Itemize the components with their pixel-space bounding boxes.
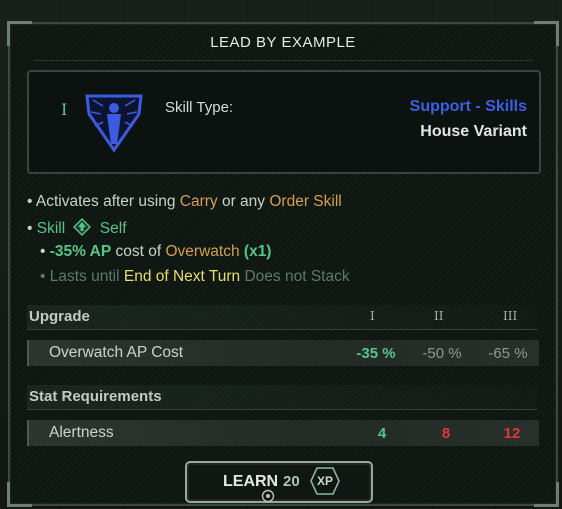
upgrade-header: Upgrade I II III: [27, 305, 537, 330]
learn-cost: 20: [283, 473, 300, 490]
keyword-end-of-next-turn: End of Next Turn: [123, 268, 241, 285]
upgrade-value-tier-2: -50 %: [422, 345, 462, 362]
skill-variant: House Variant: [420, 123, 527, 140]
keyword-carry: Carry: [179, 193, 218, 210]
tier-label-2: II: [434, 309, 444, 323]
upgrade-row-label: Overwatch AP Cost: [49, 344, 184, 361]
stat-requirements-header: Stat Requirements: [27, 385, 537, 410]
description-line-effect: • -35% AP cost of Overwatch (x1): [40, 243, 272, 260]
skill-category: Support - Skills: [409, 98, 527, 115]
upgrade-title: Upgrade: [29, 308, 90, 325]
skill-title: LEAD BY EXAMPLE: [210, 34, 356, 51]
xp-label: XP: [316, 474, 333, 488]
skill-header: I Skill Type: Support - Skills House Var…: [27, 70, 541, 174]
tier-label-1: I: [370, 309, 375, 323]
dial-icon: [261, 489, 275, 503]
description-line-activation: • Activates after using Carry or any Ord…: [27, 193, 342, 210]
description-line-duration: • Lasts until End of Next Turn Does not …: [40, 268, 350, 285]
upgrade-value-tier-3: -65 %: [488, 345, 528, 362]
upgrade-value-tier-1: -35 %: [356, 345, 396, 362]
keyword-order-skill: Order Skill: [269, 193, 342, 210]
keyword-skill: Skill: [36, 220, 66, 237]
skill-type-label: Skill Type:: [165, 99, 234, 116]
divider: [34, 60, 532, 61]
keyword-self: Self: [99, 220, 127, 237]
keyword-overwatch: Overwatch: [165, 243, 240, 260]
self-target-icon: [73, 218, 92, 236]
skill-tooltip-panel: LEAD BY EXAMPLE I Skill Type: Support - …: [7, 21, 559, 507]
requirement-value-tier-1: 4: [377, 425, 387, 442]
requirement-value-tier-2: 8: [441, 425, 451, 442]
upgrade-row-overwatch-ap-cost: Overwatch AP Cost -35 % -50 % -65 %: [27, 340, 539, 366]
stat-requirements-title: Stat Requirements: [29, 388, 162, 405]
xp-icon: XP: [309, 466, 341, 496]
effect-ap-reduction: -35% AP: [49, 243, 112, 260]
skill-rank: I: [61, 100, 68, 119]
corner-bracket: [7, 482, 32, 507]
tier-label-3: III: [503, 309, 518, 323]
corner-bracket: [534, 482, 559, 507]
requirement-value-tier-3: 12: [503, 425, 521, 442]
description-line-target: • Skill Self: [27, 218, 127, 237]
lead-by-example-icon: [85, 94, 143, 153]
learn-button[interactable]: LEARN 20 XP: [185, 461, 373, 503]
requirement-label: Alertness: [49, 424, 114, 441]
effect-count: (x1): [243, 243, 272, 260]
requirement-row-alertness: Alertness 4 8 12: [27, 420, 539, 446]
